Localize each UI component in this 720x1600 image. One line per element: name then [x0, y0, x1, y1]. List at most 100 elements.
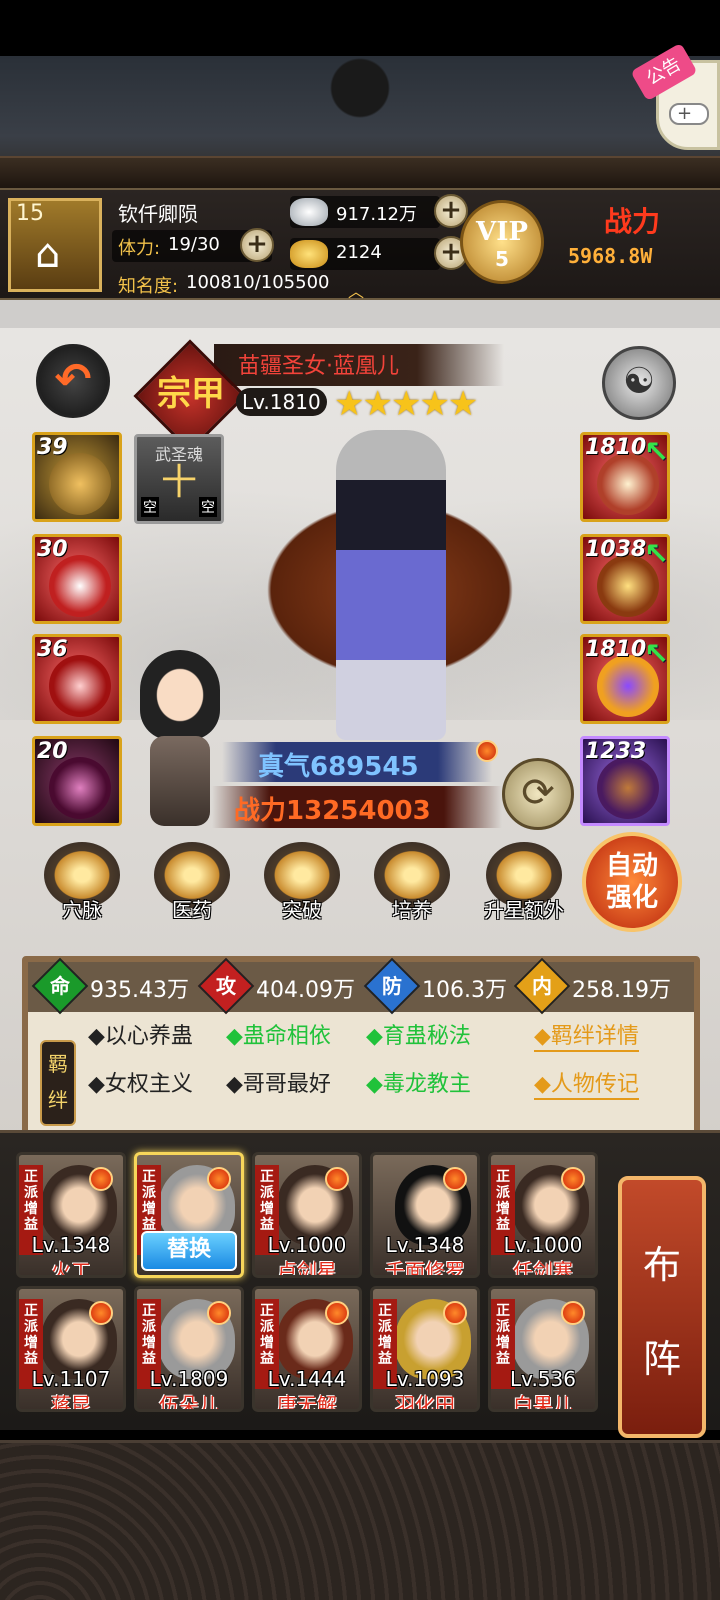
attr-gem-label: 内: [532, 974, 552, 998]
right-equip-slot-3[interactable]: 1810 ↖: [580, 634, 670, 724]
slot-level: 1810: [585, 435, 647, 460]
notification-dot: [476, 740, 498, 762]
bond-item: ◆蛊命相依: [226, 1024, 331, 1049]
formation-setup-char-2: 阵: [642, 1337, 681, 1381]
roof-banner: [0, 56, 720, 190]
notification-dot: [89, 1301, 113, 1325]
formation-card[interactable]: 正派增益 Lv.1107 蒋昆: [16, 1286, 126, 1412]
card-name: 羽化田: [395, 1393, 455, 1412]
bond-item: ◆育蛊秘法: [366, 1024, 471, 1049]
function-label: 医药: [172, 898, 212, 922]
star-up-extra-button[interactable]: 升星额外: [474, 842, 574, 928]
meditation-monk-button[interactable]: ☯: [602, 346, 676, 420]
function-label: 升星额外: [484, 898, 564, 922]
upgrade-arrow-icon: ↖: [643, 637, 669, 672]
card-level: Lv.536: [510, 1367, 576, 1391]
formation-setup-char-1: 布: [642, 1243, 681, 1287]
notification-dot: [561, 1167, 585, 1191]
slot-level: 30: [37, 537, 68, 562]
slot-level: 1038: [585, 537, 647, 562]
swap-button[interactable]: 替换: [141, 1231, 237, 1271]
player-level: 15: [16, 201, 44, 226]
silver-box: 917.12万: [290, 196, 440, 228]
formation-card[interactable]: 正派增益 Lv.1444 唐无解: [252, 1286, 362, 1412]
soul-left-empty: 空: [141, 497, 159, 517]
soul-right-empty: 空: [199, 497, 217, 517]
bond-details-link[interactable]: ◆羁绊详情: [534, 1018, 639, 1052]
hero-power-value: 战力13254003: [234, 796, 431, 826]
hero-character: [336, 430, 446, 740]
card-name: 火工: [51, 1259, 91, 1278]
left-equip-slot-3[interactable]: 36: [32, 634, 122, 724]
add-stamina-button[interactable]: +: [240, 228, 274, 262]
formation-card[interactable]: Lv.1348 千面修罗: [370, 1152, 480, 1278]
attribute-row: 命 935.43万 攻 404.09万 防 106.3万 内 258.19万: [28, 957, 694, 1015]
guide-head: [140, 650, 220, 740]
combat-power-value: 5968.8W: [568, 244, 653, 268]
stamina-label: 体力:: [118, 238, 161, 259]
notification-dot: [89, 1167, 113, 1191]
bond-tag: 羁 绊: [40, 1040, 76, 1126]
skull-icon: [49, 555, 111, 617]
auto-enhance-button[interactable]: 自动 强化: [582, 832, 682, 932]
orb-icon: [49, 757, 111, 819]
card-level: Lv.1809: [149, 1367, 229, 1391]
right-equip-slot-2[interactable]: 1038 ↖: [580, 534, 670, 624]
attr-gem-label: 防: [382, 974, 402, 998]
chevron-up-icon[interactable]: ︿: [348, 278, 364, 302]
mount-ox-icon: [597, 757, 659, 819]
formation-card-selected[interactable]: 正派增益 替换: [134, 1152, 244, 1278]
notice-tab[interactable]: 公告 +: [630, 42, 720, 150]
guide-body: [150, 736, 210, 826]
attr-value: 258.19万: [572, 978, 671, 1003]
hero-portrait[interactable]: [240, 430, 540, 750]
left-equip-slot-4[interactable]: 20: [32, 736, 122, 826]
card-name: 唐无解: [277, 1393, 337, 1412]
refresh-button[interactable]: ⟳: [502, 758, 574, 830]
notice-plus-icon: +: [669, 103, 709, 125]
back-button[interactable]: ↶: [36, 344, 110, 418]
bond-item: ◆哥哥最好: [226, 1072, 331, 1097]
card-name: 卢剑星: [277, 1259, 337, 1278]
attr-gem-label: 命: [50, 974, 70, 998]
formation-card[interactable]: 正派增益 Lv.1000 卢剑星: [252, 1152, 362, 1278]
gold-ingot-icon: [290, 240, 328, 268]
card-level: Lv.1107: [31, 1367, 111, 1391]
breakthrough-button[interactable]: 突破: [260, 842, 344, 928]
roof-ornament: [300, 56, 420, 136]
character-bio-link[interactable]: ◆人物传记: [534, 1066, 639, 1100]
meridian-button[interactable]: 穴脉: [40, 842, 124, 928]
player-avatar[interactable]: 15 ⌂: [8, 198, 102, 292]
formation-setup-button[interactable]: 布 阵: [618, 1176, 706, 1438]
vip-label: VIP: [476, 217, 528, 247]
ring-icon: [49, 453, 111, 515]
player-name: 钦仟卿陨: [118, 202, 198, 226]
slot-level: 20: [37, 739, 68, 764]
right-equip-slot-4[interactable]: 1233: [580, 736, 670, 826]
right-equip-slot-1[interactable]: 1810 ↖: [580, 432, 670, 522]
card-level: Lv.1348: [31, 1233, 111, 1257]
formation-card[interactable]: 正派增益 Lv.1348 火工: [16, 1152, 126, 1278]
card-level: Lv.1093: [385, 1367, 465, 1391]
vip-badge[interactable]: VIP 5: [460, 200, 544, 284]
card-name: 伍朵儿: [159, 1393, 219, 1412]
left-equip-slot-1[interactable]: 39: [32, 432, 122, 522]
martial-soul-slot[interactable]: 武圣魂 十 空 空: [134, 434, 224, 524]
function-label: 穴脉: [62, 898, 102, 922]
zhenqi-value: 真气689545: [258, 752, 419, 782]
stamina-value: 19/30: [168, 234, 220, 255]
medicine-button[interactable]: 医药: [150, 842, 234, 928]
bond-item: ◆女权主义: [88, 1072, 193, 1097]
formation-card[interactable]: 正派增益 Lv.1093 羽化田: [370, 1286, 480, 1412]
formation-card[interactable]: 正派增益 Lv.1809 伍朵儿: [134, 1286, 244, 1412]
notification-dot: [443, 1167, 467, 1191]
cultivate-button[interactable]: 培养: [370, 842, 454, 928]
formation-card[interactable]: 正派增益 Lv.536 白果儿: [488, 1286, 598, 1412]
upgrade-arrow-icon: ↖: [643, 435, 669, 470]
combat-power-label: 战力: [604, 205, 661, 238]
notification-dot: [325, 1301, 349, 1325]
left-equip-slot-2[interactable]: 30: [32, 534, 122, 624]
silver-value: 917.12万: [336, 204, 417, 225]
pavilion-icon: ⌂: [35, 231, 61, 277]
formation-card[interactable]: 正派增益 Lv.1000 任剑寒: [488, 1152, 598, 1278]
